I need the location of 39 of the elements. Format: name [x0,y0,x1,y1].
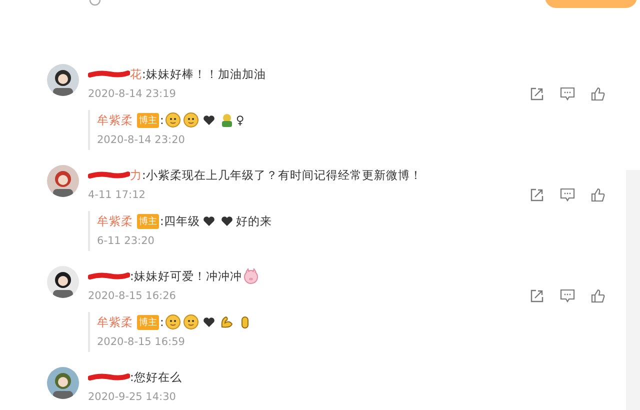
reply-time: 6-11 23:20 [97,234,156,249]
author-badge: 博主 [137,314,159,330]
emoji-icon [182,112,199,128]
emoji-icon [164,314,181,330]
emoji-icon [218,314,235,330]
reply-text: :四年级 [160,214,200,228]
author-badge: 博主 [137,214,159,228]
like-icon[interactable] [591,289,605,303]
reply-text: : [160,315,164,329]
reply-text: : [160,113,164,127]
comment-icon[interactable] [560,289,575,303]
comment-text: :您好在么 [130,370,182,384]
user-name[interactable]: 牟紫柔 [97,314,133,330]
comment-time: 2020-8-15 16:26 [88,289,177,304]
reply-time: 2020-8-15 16:59 [97,335,186,350]
reply-text: ♀ [236,113,244,127]
emoji-icon [182,314,199,330]
emoji-icon [164,112,181,128]
pig-face-icon [242,268,259,284]
reply-text: 好的来 [236,214,272,228]
comment-time: 4-11 17:12 [88,188,146,203]
comment-time: 2020-9-25 14:30 [88,390,177,405]
user-name[interactable]: 牟紫柔 [97,112,133,128]
comment-text: :小紫柔现在上几年级了？有时间记得经常更新微博！ [142,168,422,182]
author-badge: 博主 [137,112,159,128]
comment-text: :妹妹好棒！！加油加油 [142,66,266,82]
like-icon[interactable] [591,188,605,202]
reply-time: 2020-8-14 23:20 [97,133,186,148]
like-icon[interactable] [591,87,605,101]
comment-text: :妹妹好可爱！冲冲冲 [130,268,242,284]
share-icon[interactable] [530,188,544,202]
share-icon[interactable] [530,289,544,303]
user-name[interactable]: 牟紫柔 [97,214,133,228]
share-icon[interactable] [530,87,544,101]
user-name[interactable]: 力 [130,168,142,182]
comment-icon[interactable] [560,188,575,202]
user-name[interactable]: 花 [130,66,142,82]
comment-time: 2020-8-14 23:19 [88,87,177,102]
comment-icon[interactable] [560,87,575,101]
